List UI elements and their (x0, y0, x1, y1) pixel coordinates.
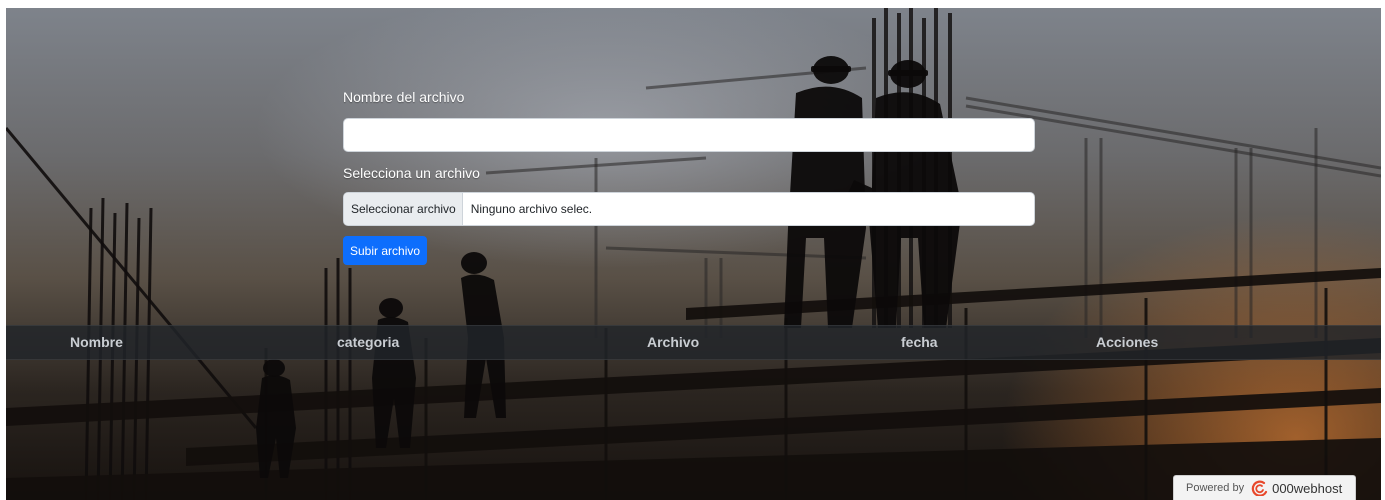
file-name-input[interactable] (343, 118, 1035, 152)
upload-file-button[interactable]: Subir archivo (343, 236, 428, 265)
upload-form: Nombre del archivo Selecciona un archivo… (343, 88, 1035, 265)
column-header-categoria: categoria (337, 334, 400, 350)
select-file-label: Selecciona un archivo (343, 165, 480, 181)
file-input[interactable]: Seleccionar archivo Ninguno archivo sele… (343, 192, 1035, 226)
choose-file-button[interactable]: Seleccionar archivo (344, 193, 463, 225)
file-name-label: Nombre del archivo (343, 89, 465, 105)
page-background: Nombre del archivo Selecciona un archivo… (6, 8, 1381, 500)
powered-by-badge[interactable]: Powered by 000webhost (1173, 475, 1356, 500)
000webhost-logo-icon (1251, 480, 1268, 496)
column-header-acciones: Acciones (1096, 334, 1159, 350)
column-header-archivo: Archivo (647, 334, 700, 350)
column-header-fecha: fecha (901, 334, 938, 350)
column-header-nombre: Nombre (70, 334, 123, 350)
powered-by-text: Powered by (1186, 482, 1245, 494)
files-table-header: Nombre categoria Archivo fecha Acciones (6, 325, 1381, 360)
powered-by-brand: 000webhost (1272, 480, 1343, 496)
file-status-text: Ninguno archivo selec. (470, 202, 593, 216)
